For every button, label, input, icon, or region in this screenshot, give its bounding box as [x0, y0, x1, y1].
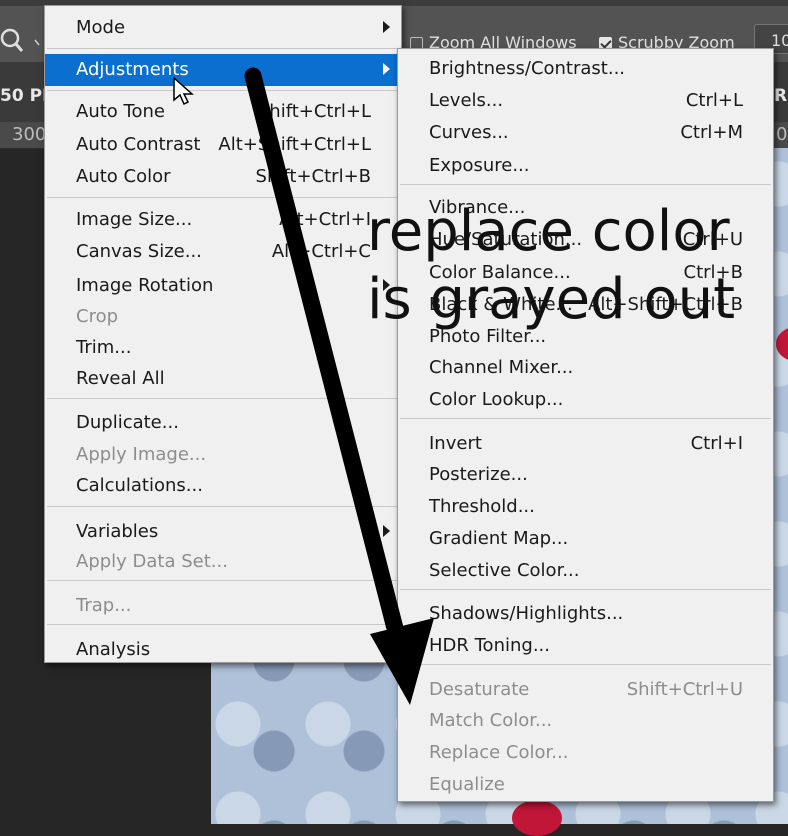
ruler-number: 300 [12, 124, 47, 145]
shortcut-text: Shift+Ctrl+L [257, 101, 371, 122]
shortcut-text: Alt+Ctrl+I [279, 209, 371, 230]
shortcut-text: Ctrl+M [680, 122, 743, 143]
shortcut-text: Ctrl+L [685, 90, 743, 111]
menu-item-calculations[interactable]: Calculations... [45, 470, 401, 502]
menu-item-replace-color: Replace Color... [429, 742, 569, 763]
shortcut-text: Ctrl+I [690, 433, 743, 454]
annotation-line: replace color [367, 199, 730, 264]
image-menu: Mode Adjustments Auto Tone Shift+Ctrl+L A… [44, 5, 402, 663]
shortcut-text: Shift+Ctrl+U [626, 679, 743, 700]
menu-item-analysis[interactable]: Analysis [45, 634, 401, 666]
menu-item-duplicate[interactable]: Duplicate... [45, 407, 401, 439]
menu-separator [47, 624, 399, 625]
menu-item-reveal-all[interactable]: Reveal All [45, 363, 401, 395]
menu-item-crop: Crop [76, 306, 119, 327]
menu-item-hdr-toning[interactable]: HDR Toning... [398, 630, 773, 662]
mouse-cursor-icon [173, 76, 194, 106]
annotation-line: is grayed out [367, 267, 736, 332]
menu-item-trap: Trap... [76, 595, 132, 616]
menu-item-posterize[interactable]: Posterize... [398, 459, 773, 491]
shortcut-text: Alt+Shift+Ctrl+L [218, 134, 371, 155]
menu-separator [47, 197, 399, 198]
menu-item-threshold[interactable]: Threshold... [398, 491, 773, 523]
menu-item-exposure[interactable]: Exposure... [398, 150, 773, 182]
puzzle-red-dot [512, 800, 562, 836]
zoom-tool-icon[interactable] [0, 26, 40, 56]
menu-separator [400, 589, 771, 590]
menu-item-trim[interactable]: Trim... [45, 332, 401, 364]
menu-separator [47, 398, 399, 399]
menu-separator [400, 184, 771, 185]
menu-item-image-rotation[interactable]: Image Rotation [45, 270, 401, 302]
menu-item-mode[interactable]: Mode [45, 12, 401, 44]
menu-item-color-lookup[interactable]: Color Lookup... [398, 384, 773, 416]
menu-item-channel-mixer[interactable]: Channel Mixer... [398, 352, 773, 384]
menu-item-desaturate: Desaturate Shift+Ctrl+U [429, 679, 743, 700]
menu-item-equalize: Equalize [429, 774, 505, 795]
shortcut-text: Shift+Ctrl+B [255, 166, 371, 187]
menu-separator [47, 580, 399, 581]
menu-item-apply-image: Apply Image... [76, 444, 207, 465]
menu-item-variables[interactable]: Variables [45, 516, 401, 548]
document-tab-right[interactable]: RE [774, 86, 788, 106]
shortcut-text: Alt+Ctrl+C [271, 241, 371, 262]
menu-item-image-size[interactable]: Image Size... Alt+Ctrl+I [45, 204, 401, 236]
menu-item-apply-data-set: Apply Data Set... [76, 551, 228, 572]
menu-item-auto-contrast[interactable]: Auto Contrast Alt+Shift+Ctrl+L [45, 129, 401, 161]
menu-item-auto-tone[interactable]: Auto Tone Shift+Ctrl+L [45, 96, 401, 128]
menu-item-auto-color[interactable]: Auto Color Shift+Ctrl+B [45, 161, 401, 193]
menu-item-match-color: Match Color... [429, 710, 553, 731]
menu-item-shadows-highlights[interactable]: Shadows/Highlights... [398, 598, 773, 630]
menu-item-gradient-map[interactable]: Gradient Map... [398, 523, 773, 555]
menu-separator [47, 506, 399, 507]
menu-item-selective-color[interactable]: Selective Color... [398, 555, 773, 587]
menu-separator [400, 664, 771, 665]
menu-item-adjustments[interactable]: Adjustments [45, 54, 401, 86]
submenu-arrow-icon [383, 643, 390, 655]
adjustments-submenu: Brightness/Contrast... Levels... Ctrl+L C… [397, 48, 774, 802]
menu-separator [47, 48, 399, 49]
submenu-arrow-icon [383, 525, 390, 537]
menu-item-invert[interactable]: Invert Ctrl+I [398, 428, 773, 460]
menu-item-levels[interactable]: Levels... Ctrl+L [398, 85, 773, 117]
submenu-arrow-icon [383, 63, 390, 75]
annotation-text: replace color is grayed out [367, 198, 735, 334]
ruler-number: 0 [776, 124, 788, 145]
submenu-arrow-icon [383, 21, 390, 33]
menu-separator [400, 418, 771, 419]
menu-item-canvas-size[interactable]: Canvas Size... Alt+Ctrl+C [45, 236, 401, 268]
menu-item-curves[interactable]: Curves... Ctrl+M [398, 117, 773, 149]
menu-separator [47, 90, 399, 91]
menu-item-brightness-contrast[interactable]: Brightness/Contrast... [398, 53, 773, 85]
